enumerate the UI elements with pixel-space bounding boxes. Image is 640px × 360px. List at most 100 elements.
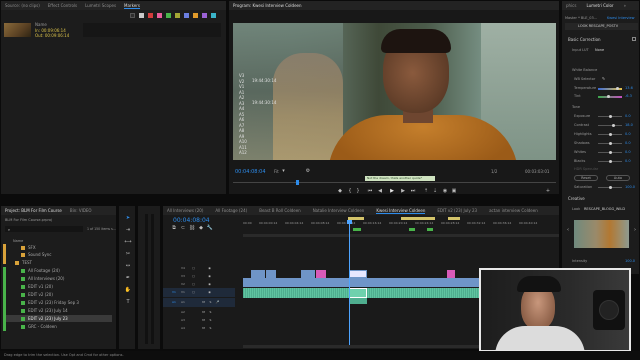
audio-clip-selected[interactable] — [349, 288, 367, 298]
hand-tool-icon[interactable]: ✋ — [124, 286, 132, 294]
mute-icon[interactable]: M — [201, 309, 206, 314]
project-search-input[interactable] — [5, 226, 83, 232]
lut-toggle[interactable]: LOOK RESCAPE_POSTV — [565, 23, 638, 30]
exposure-value[interactable]: 0.0 — [625, 114, 631, 118]
list-item[interactable]: Sound Sync — [5, 251, 112, 258]
voiceover-icon[interactable]: 🎤 — [215, 299, 220, 304]
list-item[interactable]: All Interviews (20) — [5, 275, 112, 282]
timeline-marker[interactable] — [427, 228, 433, 231]
tab-sequence[interactable]: Natalie Interview Coldeen — [313, 208, 365, 213]
tab-markers[interactable]: Markers — [124, 3, 140, 9]
input-lut-value[interactable]: None — [595, 48, 604, 52]
program-fit-select[interactable]: Fit — [274, 169, 279, 174]
wrench-icon[interactable]: ⚙ — [305, 168, 311, 174]
video-clip[interactable] — [266, 270, 276, 278]
comparison-view-icon[interactable]: ▣ — [451, 188, 457, 194]
tab-source[interactable]: Source: (no clips) — [5, 3, 40, 8]
playhead-handle[interactable] — [347, 220, 352, 224]
eye-icon[interactable]: ◉ — [207, 281, 212, 286]
add-marker-icon[interactable]: ◆ — [337, 188, 343, 194]
video-clip[interactable] — [251, 270, 265, 278]
look-prev-icon[interactable]: ‹ — [565, 226, 571, 234]
marker-color-swatch[interactable] — [202, 13, 207, 18]
creative-heading[interactable]: Creative — [568, 196, 585, 201]
sync-lock-icon[interactable]: ▢ — [191, 265, 196, 270]
tab-lumetri-color[interactable]: Lumetri Color — [586, 3, 613, 8]
blacks-value[interactable]: 0.0 — [625, 159, 631, 163]
temperature-value[interactable]: 13.6 — [625, 86, 633, 90]
marker-thumbnail[interactable] — [4, 23, 31, 37]
work-area-bar[interactable] — [243, 234, 559, 237]
list-item[interactable]: EDIT v2 (23) Friday Sep 3 — [5, 299, 112, 306]
timeline-timecode[interactable]: 00:04:08:04 — [173, 217, 210, 224]
tab-lumetri-scopes[interactable]: Lumetri Scopes — [85, 3, 116, 8]
marker-color-swatch[interactable] — [211, 13, 216, 18]
tab-sequence[interactable]: All Footage (24) — [215, 208, 247, 213]
list-item[interactable]: EDIT v1 (20) — [5, 283, 112, 290]
marker-color-swatch[interactable] — [166, 13, 171, 18]
mute-icon[interactable]: M — [201, 325, 206, 330]
basic-correction-checkbox[interactable] — [632, 37, 636, 41]
add-marker-icon[interactable]: ◆ — [198, 225, 204, 231]
go-to-out-icon[interactable]: ⏭ — [410, 188, 416, 194]
list-item[interactable]: TEST — [5, 259, 112, 266]
temperature-knob[interactable] — [616, 87, 619, 90]
shadows-knob[interactable] — [609, 142, 612, 145]
slip-tool-icon[interactable]: ↔ — [124, 262, 132, 270]
go-to-in-icon[interactable]: ⏮ — [367, 188, 373, 194]
audio-clip[interactable] — [349, 298, 367, 304]
type-tool-icon[interactable]: T — [124, 298, 132, 306]
tint-value[interactable]: -6.3 — [625, 94, 632, 98]
tab-bin-video[interactable]: Bin: VIDEO — [70, 208, 92, 213]
tab-sequence[interactable]: EDIT v2 (23) July 23 — [437, 208, 477, 213]
basic-correction-heading[interactable]: Basic Correction — [568, 37, 601, 42]
marker-color-swatch[interactable] — [193, 13, 198, 18]
list-item[interactable]: EDIT v2 (23) July 23 — [5, 315, 112, 322]
exposure-slider[interactable] — [598, 115, 622, 118]
solo-icon[interactable]: S — [208, 317, 213, 322]
marker-color-swatch[interactable] — [184, 13, 189, 18]
program-video-frame[interactable]: V3 V2 V1 A1 A2 A3 A4 A5 A6 A7 A8 A9 A10 … — [233, 23, 556, 160]
linked-selection-icon[interactable]: ⛓ — [189, 225, 195, 231]
tab-effect-controls[interactable]: Effect Controls — [48, 3, 77, 8]
marker-color-swatch[interactable] — [148, 13, 153, 18]
step-back-icon[interactable]: ◀ — [377, 188, 383, 194]
look-next-icon[interactable]: › — [632, 226, 638, 234]
blacks-knob[interactable] — [609, 160, 612, 163]
solo-icon[interactable]: S — [208, 299, 213, 304]
whites-slider[interactable] — [598, 151, 622, 154]
source-patch-label[interactable]: V1 — [172, 290, 176, 294]
video-clip[interactable] — [349, 270, 367, 278]
program-timecode[interactable]: 00:04:08:04 — [235, 169, 266, 175]
timeline-marker[interactable] — [353, 228, 361, 231]
source-patch-label[interactable]: A1 — [172, 300, 176, 304]
eye-icon[interactable]: ◉ — [207, 265, 212, 270]
nest-icon[interactable]: ⧉ — [171, 225, 177, 231]
tab-sequence-active[interactable]: Kwesi Interview Coldeen — [376, 208, 426, 214]
name-column-header[interactable]: Name — [13, 239, 23, 243]
snap-icon[interactable]: ⊂ — [180, 225, 186, 231]
mark-out-icon[interactable]: } — [355, 188, 361, 194]
list-item[interactable]: EDIT v2 (20) — [5, 291, 112, 298]
list-item[interactable]: GRC - Coldeen — [5, 323, 112, 330]
tab-sequence[interactable]: Beast B Roll Coldeen — [259, 208, 300, 213]
timeline-playhead[interactable] — [349, 220, 350, 348]
timeline-marker[interactable] — [401, 217, 435, 220]
play-icon[interactable]: ▶ — [388, 187, 396, 194]
tint-knob[interactable] — [607, 95, 610, 98]
marker-color-swatch[interactable] — [157, 13, 162, 18]
tab-sequence[interactable]: All Interviews (20) — [167, 208, 203, 213]
track-select-tool-icon[interactable]: ⇥ — [124, 226, 132, 234]
contrast-slider[interactable] — [598, 124, 622, 127]
blacks-slider[interactable] — [598, 160, 622, 163]
marker-color-swatch[interactable] — [175, 13, 180, 18]
eye-icon[interactable]: ◉ — [207, 273, 212, 278]
add-button-icon[interactable]: + — [545, 188, 551, 194]
saturation-slider[interactable] — [598, 186, 622, 189]
tab-graphics[interactable]: phics — [566, 3, 576, 8]
marker-color-swatch[interactable] — [139, 13, 144, 18]
ripple-edit-tool-icon[interactable]: ⟷ — [124, 238, 132, 246]
timeline-marker[interactable] — [448, 217, 460, 220]
whites-knob[interactable] — [609, 151, 612, 154]
list-item[interactable]: All Footage (24) — [5, 267, 112, 274]
